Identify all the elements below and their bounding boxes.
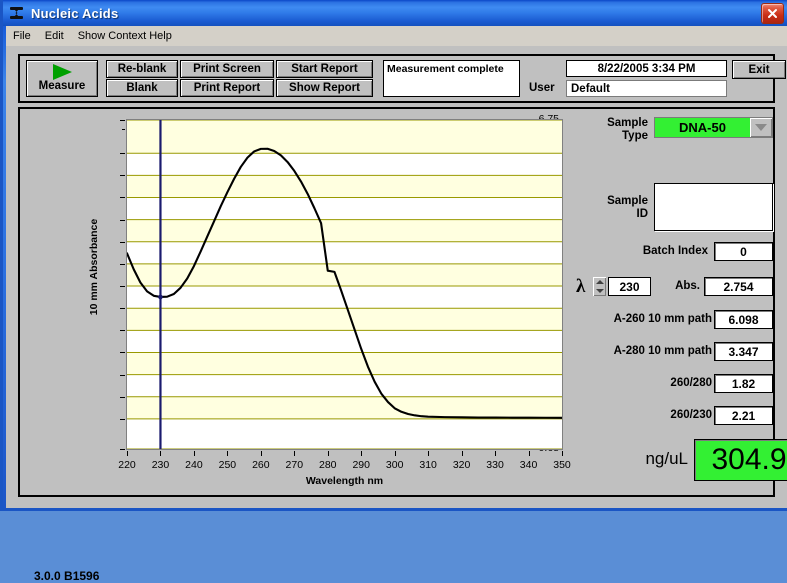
stepper-down-icon[interactable] [595, 289, 604, 294]
x-tick-mark [327, 451, 329, 456]
absorbance-label: Abs. [675, 280, 700, 292]
x-tick-mark [193, 451, 195, 456]
x-tick-mark [562, 451, 563, 456]
menu-bar: File Edit Show Context Help [6, 26, 787, 47]
batch-index-value: 0 [714, 242, 773, 261]
sample-id-input[interactable] [654, 183, 773, 231]
y-tick-mark [120, 308, 125, 310]
datetime-display: 8/22/2005 3:34 PM [566, 60, 727, 77]
close-icon[interactable] [761, 3, 784, 24]
ratio-260-230-value: 2.21 [714, 406, 773, 425]
y-axis-label: 10 mm Absorbance [88, 218, 100, 316]
print-screen-button[interactable]: Print Screen [180, 60, 274, 78]
y-tick-mark [120, 241, 125, 243]
x-tick-mark [428, 451, 430, 456]
x-tick-mark [260, 451, 262, 456]
y-tick-mark [120, 418, 125, 420]
client-area: Measure Re-blank Blank Print Screen Prin… [6, 46, 787, 583]
x-tick-mark [227, 451, 229, 456]
y-tick-mark [120, 197, 125, 199]
menu-item-file[interactable]: File [6, 28, 38, 44]
y-tick-mark [120, 219, 125, 221]
stepper-up-icon[interactable] [595, 279, 604, 284]
a260-value: 6.098 [714, 310, 773, 329]
y-tick-mark [120, 396, 125, 398]
x-tick-mark [294, 451, 296, 456]
chevron-down-icon[interactable] [750, 118, 772, 137]
concentration-unit-label: ng/uL [645, 449, 688, 468]
x-tick-mark [127, 451, 128, 456]
x-tick-mark [394, 451, 396, 456]
a260-label: A-260 10 mm path [613, 313, 712, 325]
chart-panel: 10 mm Absorbance 6.756.005.505.004.504.0… [18, 107, 787, 583]
toolbar-panel: Measure Re-blank Blank Print Screen Prin… [18, 54, 786, 103]
user-label: User [529, 82, 555, 94]
ratio-260-280-value: 1.82 [714, 374, 773, 393]
print-report-button[interactable]: Print Report [180, 79, 274, 97]
start-report-button[interactable]: Start Report [276, 60, 373, 78]
y-tick-mark [120, 374, 125, 376]
sample-id-label-line1: Sample [607, 195, 648, 207]
y-tick-mark [120, 175, 125, 177]
blank-button[interactable]: Blank [106, 79, 178, 97]
hourglass-icon [9, 6, 25, 21]
results-panel: Sample Type DNA-50 Sample ID Batch Index… [568, 111, 787, 492]
spectrum-plot: 10 mm Absorbance 6.756.005.505.004.504.0… [22, 111, 571, 492]
sample-type-value: DNA-50 [655, 118, 750, 137]
y-tick-mark [120, 330, 125, 332]
menu-item-edit[interactable]: Edit [38, 28, 71, 44]
batch-index-label: Batch Index [642, 245, 708, 257]
lambda-stepper[interactable] [593, 277, 606, 296]
lambda-input[interactable]: 230 [608, 277, 651, 296]
a280-label: A-280 10 mm path [613, 345, 712, 357]
measure-button[interactable]: Measure [26, 60, 98, 97]
user-field[interactable]: Default [566, 80, 727, 97]
x-axis-label: Wavelength nm [305, 475, 384, 487]
y-tick-mark [120, 449, 125, 450]
y-tick-mark [120, 352, 125, 354]
title-bar: Nucleic Acids [3, 0, 787, 26]
status-message: Measurement complete [383, 60, 520, 97]
y-tick-mark [120, 286, 125, 288]
sample-type-dropdown[interactable]: DNA-50 [654, 117, 773, 138]
measure-button-label: Measure [38, 80, 86, 92]
ratio-260-230-label: 260/230 [670, 409, 712, 421]
ratio-260-280-label: 260/280 [670, 377, 712, 389]
sample-type-label-line2: Type [622, 130, 648, 142]
absorbance-value: 2.754 [704, 277, 773, 296]
window-title: Nucleic Acids [31, 5, 119, 21]
x-tick-mark [361, 451, 363, 456]
version-label: 3.0.0 B1596 [34, 569, 100, 583]
sample-type-label-line1: Sample [607, 117, 648, 129]
x-tick-mark [461, 451, 463, 456]
plot-canvas[interactable] [126, 119, 563, 450]
y-tick-mark [120, 153, 125, 155]
sample-id-label: Sample ID [568, 195, 648, 221]
green-play-triangle-icon [52, 64, 72, 80]
exit-button[interactable]: Exit [732, 60, 786, 79]
sample-type-label: Sample Type [568, 117, 648, 143]
lambda-symbol-icon: λ [576, 276, 586, 297]
application-window: Nucleic Acids File Edit Show Context Hel… [0, 0, 787, 583]
x-tick-mark [160, 451, 162, 456]
sample-id-label-line2: ID [636, 208, 649, 220]
x-tick-mark [528, 451, 530, 456]
x-tick-mark [495, 451, 497, 456]
show-report-button[interactable]: Show Report [276, 79, 373, 97]
menu-item-show-context-help[interactable]: Show Context Help [71, 28, 179, 44]
re-blank-button[interactable]: Re-blank [106, 60, 178, 78]
concentration-value: 304.9 [694, 439, 787, 481]
y-tick-mark [120, 263, 125, 265]
y-tick-mark [120, 120, 125, 121]
y-minor-tick-mark [122, 129, 125, 130]
a280-value: 3.347 [714, 342, 773, 361]
